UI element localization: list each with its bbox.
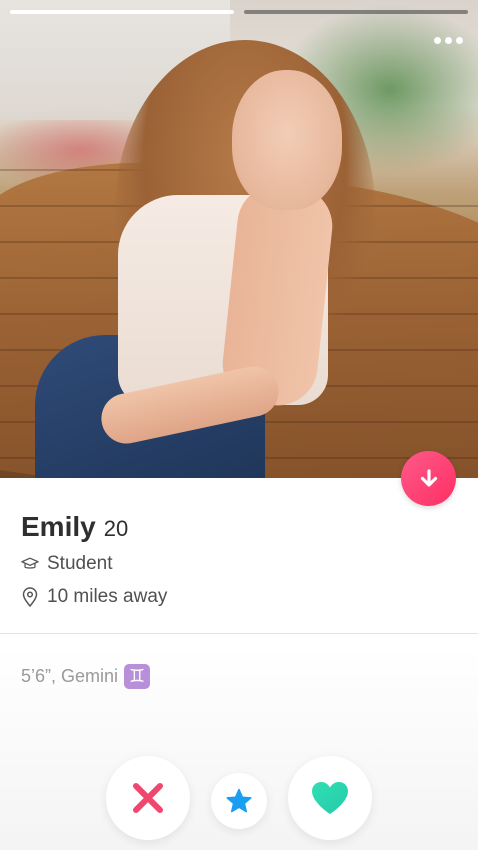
graduation-cap-icon <box>21 555 39 573</box>
more-dots-icon <box>433 36 463 44</box>
name-age-row: Emily 20 <box>21 511 128 543</box>
profile-info-toggle-button[interactable] <box>401 451 456 506</box>
profile-photo[interactable] <box>0 0 478 478</box>
profile-height-sign: 5’6”, Gemini <box>21 666 119 686</box>
super-like-button[interactable] <box>211 773 267 829</box>
heart-icon <box>312 782 348 814</box>
photo-progress-segment[interactable] <box>10 10 234 14</box>
more-options-button[interactable] <box>428 30 468 50</box>
photo-progress-bars <box>10 10 468 14</box>
section-divider <box>0 633 478 634</box>
profile-age: 20 <box>103 516 129 541</box>
profile-extra-details: 5’6”, Gemini ♊ <box>21 664 151 689</box>
close-x-icon <box>133 783 163 813</box>
distance-row: 10 miles away <box>21 586 167 608</box>
profile-name: Emily <box>21 511 96 542</box>
profile-distance: 10 miles away <box>47 586 168 607</box>
gemini-zodiac-icon: ♊ <box>124 664 151 689</box>
job-row: Student <box>21 553 113 575</box>
photo-face <box>232 70 342 210</box>
arrow-down-icon <box>420 468 437 487</box>
profile-job: Student <box>47 553 113 574</box>
star-icon <box>226 788 252 813</box>
photo-progress-segment[interactable] <box>244 10 468 14</box>
nope-button[interactable] <box>106 756 190 840</box>
location-pin-icon <box>21 587 39 607</box>
like-button[interactable] <box>288 756 372 840</box>
